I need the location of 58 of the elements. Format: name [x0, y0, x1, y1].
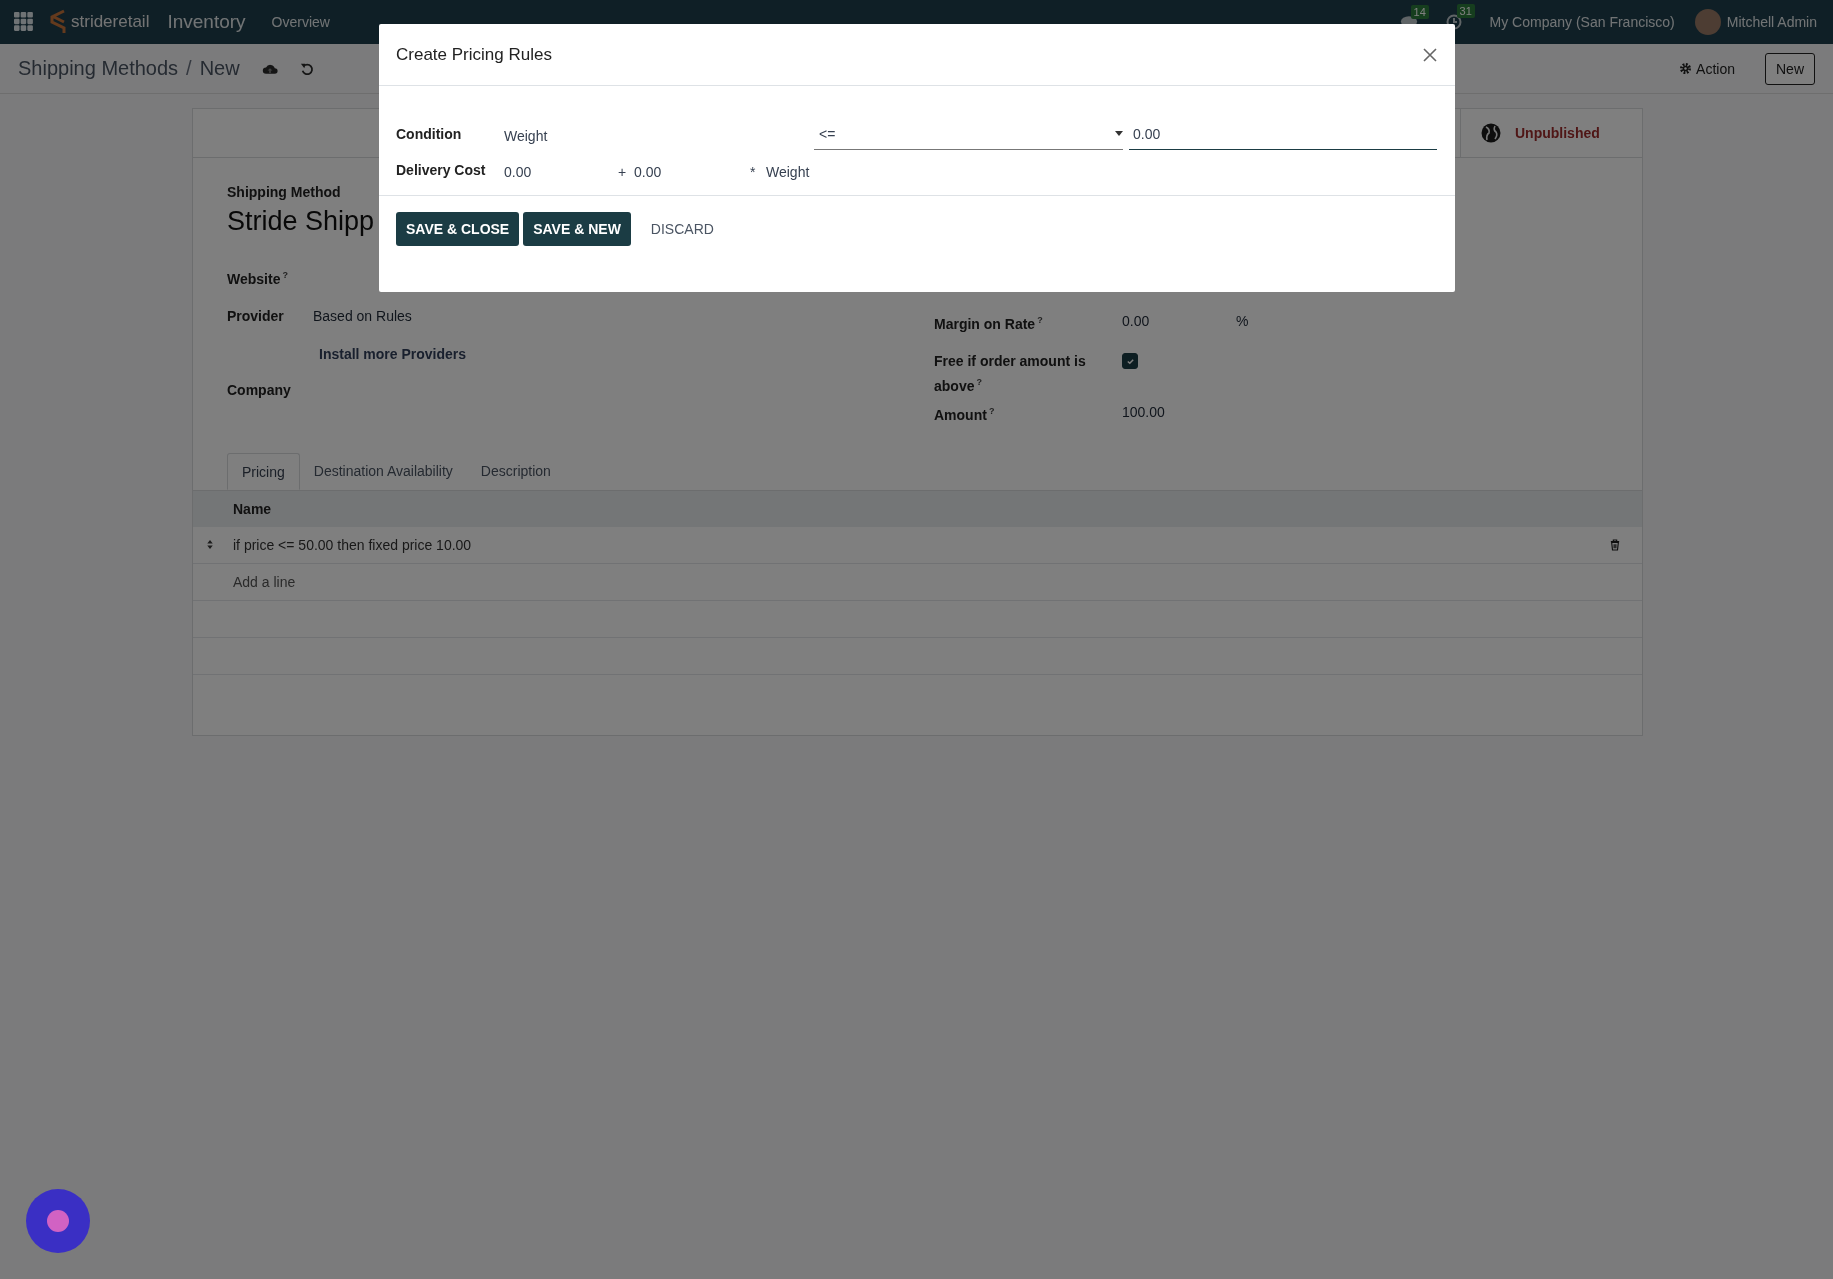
plus-sign: + — [618, 164, 628, 182]
cloud-upload-icon[interactable] — [261, 62, 278, 75]
field-label: Delivery Cost — [396, 162, 487, 180]
message-count-badge: 14 — [1410, 4, 1429, 19]
dialog-title: Create Pricing Rules — [396, 44, 553, 65]
fixed-price-field[interactable]: 0.00 — [504, 164, 614, 186]
logo-text[interactable]: strideretail — [71, 12, 150, 32]
app-grid-icon[interactable] — [14, 12, 34, 32]
gear-icon — [1679, 62, 1693, 75]
max-value-field[interactable]: 0.00 — [1129, 122, 1437, 150]
menu-item[interactable]: Overview — [271, 14, 330, 30]
unit-label: % — [1236, 313, 1249, 331]
field-value[interactable]: 100.00 — [1122, 403, 1236, 438]
activity-count-badge: 31 — [1456, 4, 1475, 18]
tab[interactable]: Description — [466, 452, 565, 490]
discard-button[interactable]: DISCARD — [640, 212, 724, 246]
check-icon — [1125, 356, 1135, 366]
user-name[interactable]: Mitchell Admin — [1726, 14, 1817, 30]
table-cell[interactable]: if price <= 50.00 then fixed price 10.00 — [233, 536, 1610, 553]
action-button[interactable]: Action — [1673, 59, 1741, 78]
logo-icon — [48, 9, 68, 35]
field-label: Website$^{?}$ — [227, 269, 289, 289]
app-name[interactable]: Inventory — [167, 11, 246, 33]
field-label: Condition — [396, 126, 463, 144]
drag-handle-icon[interactable] — [206, 539, 214, 551]
trash-icon[interactable] — [1610, 538, 1620, 551]
install-providers-link[interactable]: Install more Providers — [319, 346, 467, 362]
breadcrumb-separator: / — [186, 57, 192, 80]
field-value[interactable]: Based on Rules — [313, 308, 467, 324]
tab[interactable]: Pricing — [227, 452, 300, 490]
new-button[interactable]: New — [1765, 52, 1815, 85]
title-label: Shipping Method — [227, 184, 342, 200]
clock-icon[interactable] — [1445, 14, 1462, 30]
multiply-sign: * — [750, 164, 757, 182]
field-label: Free if order amount is above$^{?}$ — [934, 352, 1087, 396]
variable-factor-field[interactable]: Weight — [766, 164, 810, 186]
field-value[interactable]: 0.00 — [1122, 313, 1236, 347]
breadcrumb-current: New — [199, 57, 240, 80]
tab[interactable]: Destination Availability — [299, 452, 467, 490]
company-switcher[interactable]: My Company (San Francisco) — [1489, 14, 1675, 30]
operator-select[interactable]: <= — [814, 122, 1123, 150]
publish-status-button[interactable]: Unpublished — [1460, 109, 1642, 157]
field-label: Margin on Rate$^{?}$ — [934, 314, 1044, 334]
undo-icon[interactable] — [299, 61, 314, 76]
save-button[interactable]: SAVE & NEW — [523, 212, 631, 246]
field-label: Amount$^{?}$ — [934, 404, 996, 425]
add-line-link[interactable]: Add a line — [233, 573, 296, 590]
field-label: Company — [227, 381, 292, 400]
globe-icon — [1481, 123, 1501, 143]
breadcrumb-link[interactable]: Shipping Methods — [18, 57, 179, 80]
variable-factor-field[interactable]: 0.00 — [634, 164, 746, 186]
save-button[interactable]: SAVE & CLOSE — [396, 212, 520, 246]
checkbox[interactable] — [1122, 353, 1138, 369]
field-label: Provider — [227, 307, 285, 326]
column-header[interactable]: Name — [233, 500, 272, 517]
variable-field[interactable]: Weight — [504, 128, 814, 150]
caret-icon — [1115, 131, 1123, 136]
close-icon[interactable] — [1423, 47, 1437, 62]
